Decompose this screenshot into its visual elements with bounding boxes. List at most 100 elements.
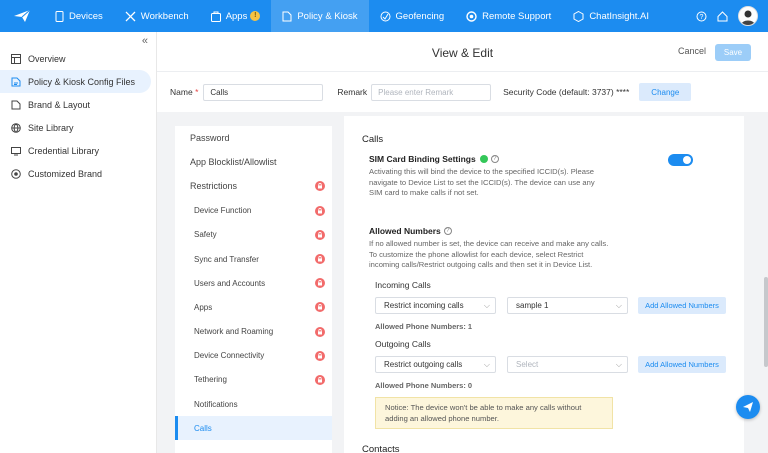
cancel-button[interactable]: Cancel	[678, 46, 706, 56]
sidebar-item-credential-library[interactable]: Credential Library	[0, 139, 157, 162]
target-icon	[10, 168, 21, 179]
help-icon[interactable]: ?	[490, 155, 499, 163]
home-icon[interactable]	[717, 10, 728, 22]
change-security-code-button[interactable]: Change	[639, 83, 692, 101]
remark-input[interactable]: Please enter Remark	[371, 83, 492, 101]
lock-icon	[315, 229, 325, 240]
nav-apps[interactable]: Apps !	[200, 0, 272, 32]
credential-icon	[10, 145, 21, 156]
workbench-icon	[125, 11, 136, 21]
menu-item-users-accounts[interactable]: Users and Accounts	[175, 271, 332, 295]
lock-icon	[315, 181, 325, 192]
menu-item-device-connectivity[interactable]: Device Connectivity	[175, 344, 332, 368]
lock-icon	[315, 302, 325, 313]
app-logo[interactable]	[0, 0, 44, 32]
sidebar-item-label: Customized Brand	[28, 168, 103, 179]
apps-warning-badge: !	[250, 11, 261, 21]
overview-icon	[10, 53, 21, 64]
chevron-down-icon: ⌵	[615, 360, 622, 369]
devices-icon	[55, 10, 64, 22]
menu-item-safety[interactable]: Safety	[175, 223, 332, 247]
required-asterisk: *	[195, 87, 199, 97]
nav-geofencing-label: Geofencing	[395, 10, 445, 22]
nav-chatinsight-label: ChatInsight.AI	[589, 10, 649, 22]
name-label: Name *	[170, 87, 199, 97]
chatinsight-icon	[573, 10, 584, 22]
section-title: Calls	[362, 134, 384, 145]
avatar-icon	[741, 10, 755, 25]
sim-binding-block: SIM Card Binding Settings ? Activating t…	[369, 154, 609, 199]
menu-item-calls[interactable]: Calls	[175, 416, 332, 441]
outgoing-calls-label: Outgoing Calls	[375, 339, 431, 349]
add-incoming-numbers-button[interactable]: Add Allowed Numbers	[638, 297, 726, 314]
nav-workbench[interactable]: Workbench	[114, 0, 200, 32]
help-icon[interactable]: ?	[696, 11, 707, 22]
lock-icon	[315, 374, 325, 385]
sidebar-item-label: Site Library	[28, 122, 74, 133]
menu-item-notifications[interactable]: Notifications	[175, 392, 332, 416]
menu-item-app-blocklist[interactable]: App Blocklist/Allowlist	[175, 150, 332, 174]
security-code-text: Security Code (default: 3737) ****	[503, 87, 630, 97]
sidebar-item-config-files[interactable]: Policy & Kiosk Config Files	[0, 70, 151, 93]
notice-box: Notice: The device won't be able to make…	[375, 397, 613, 429]
apps-icon	[210, 11, 221, 22]
policy-icon	[282, 11, 292, 21]
outgoing-calls-select[interactable]: Restrict outgoing calls ⌵	[375, 356, 496, 373]
allowed-numbers-title: Allowed Numbers ?	[369, 226, 609, 236]
menu-item-restrictions[interactable]: Restrictions	[175, 174, 332, 198]
chevron-down-icon: ⌵	[615, 301, 622, 310]
next-section-title: Contacts	[362, 444, 400, 453]
nav-devices[interactable]: Devices	[44, 0, 114, 32]
sidebar-item-customized-brand[interactable]: Customized Brand	[0, 162, 157, 185]
main-area: View & Edit Cancel Save Name * Calls Rem…	[157, 32, 768, 453]
nav-chatinsight[interactable]: ChatInsight.AI	[562, 0, 660, 32]
menu-item-sync-transfer[interactable]: Sync and Transfer	[175, 247, 332, 271]
user-avatar[interactable]	[738, 6, 758, 26]
chevron-down-icon: ⌵	[483, 301, 490, 310]
page-title: View & Edit	[431, 46, 494, 60]
sidebar-item-label: Brand & Layout	[28, 99, 91, 110]
incoming-calls-select[interactable]: Restrict incoming calls ⌵	[375, 297, 496, 314]
sidebar-item-brand-layout[interactable]: Brand & Layout	[0, 93, 157, 116]
top-navigation-bar: Devices Workbench Apps ! Policy & Kiosk …	[0, 0, 768, 32]
menu-item-password[interactable]: Password	[175, 126, 332, 150]
outgoing-allowed-count: Allowed Phone Numbers: 0	[375, 381, 473, 390]
nav-apps-label: Apps	[225, 10, 248, 22]
config-form-row: Name * Calls Remark Please enter Remark …	[157, 72, 768, 112]
policy-menu: Password App Blocklist/Allowlist Restric…	[175, 126, 332, 453]
allowed-numbers-block: Allowed Numbers ? If no allowed number i…	[369, 226, 609, 271]
nav-policy-kiosk-label: Policy & Kiosk	[297, 10, 358, 22]
brand-layout-icon	[10, 99, 21, 110]
lock-icon	[315, 205, 325, 216]
page-header: View & Edit Cancel Save	[157, 32, 768, 72]
send-feedback-button[interactable]	[736, 395, 760, 419]
lock-icon	[315, 326, 325, 337]
allowed-numbers-description: If no allowed number is set, the device …	[369, 239, 609, 269]
remote-support-icon	[466, 10, 477, 22]
name-input[interactable]: Calls	[203, 83, 324, 101]
incoming-allowlist-select[interactable]: sample 1 ⌵	[507, 297, 628, 314]
menu-item-tethering[interactable]: Tethering	[175, 368, 332, 392]
globe-icon	[10, 122, 21, 133]
sim-binding-toggle[interactable]	[668, 154, 693, 166]
incoming-calls-label: Incoming Calls	[375, 280, 431, 290]
nav-workbench-label: Workbench	[140, 10, 189, 22]
nav-policy-kiosk[interactable]: Policy & Kiosk	[271, 0, 369, 32]
save-button[interactable]: Save	[715, 44, 751, 61]
menu-item-network-roaming[interactable]: Network and Roaming	[175, 320, 332, 344]
help-icon[interactable]: ?	[443, 227, 452, 235]
menu-item-apps[interactable]: Apps	[175, 295, 332, 319]
outgoing-allowlist-select[interactable]: Select ⌵	[507, 356, 628, 373]
nav-geofencing[interactable]: Geofencing	[369, 0, 456, 32]
nav-remote-support[interactable]: Remote Support	[455, 0, 562, 32]
menu-item-device-function[interactable]: Device Function	[175, 199, 332, 223]
sidebar-item-overview[interactable]: Overview	[0, 47, 157, 70]
add-outgoing-numbers-button[interactable]: Add Allowed Numbers	[638, 356, 726, 373]
status-dot-icon	[479, 155, 488, 163]
incoming-allowed-count: Allowed Phone Numbers: 1	[375, 322, 473, 331]
sidebar-item-label: Overview	[28, 53, 66, 64]
page-scrollbar[interactable]	[764, 277, 768, 367]
collapse-sidebar-icon[interactable]: «	[142, 35, 148, 47]
lock-icon	[315, 278, 325, 289]
sidebar-item-site-library[interactable]: Site Library	[0, 116, 157, 139]
